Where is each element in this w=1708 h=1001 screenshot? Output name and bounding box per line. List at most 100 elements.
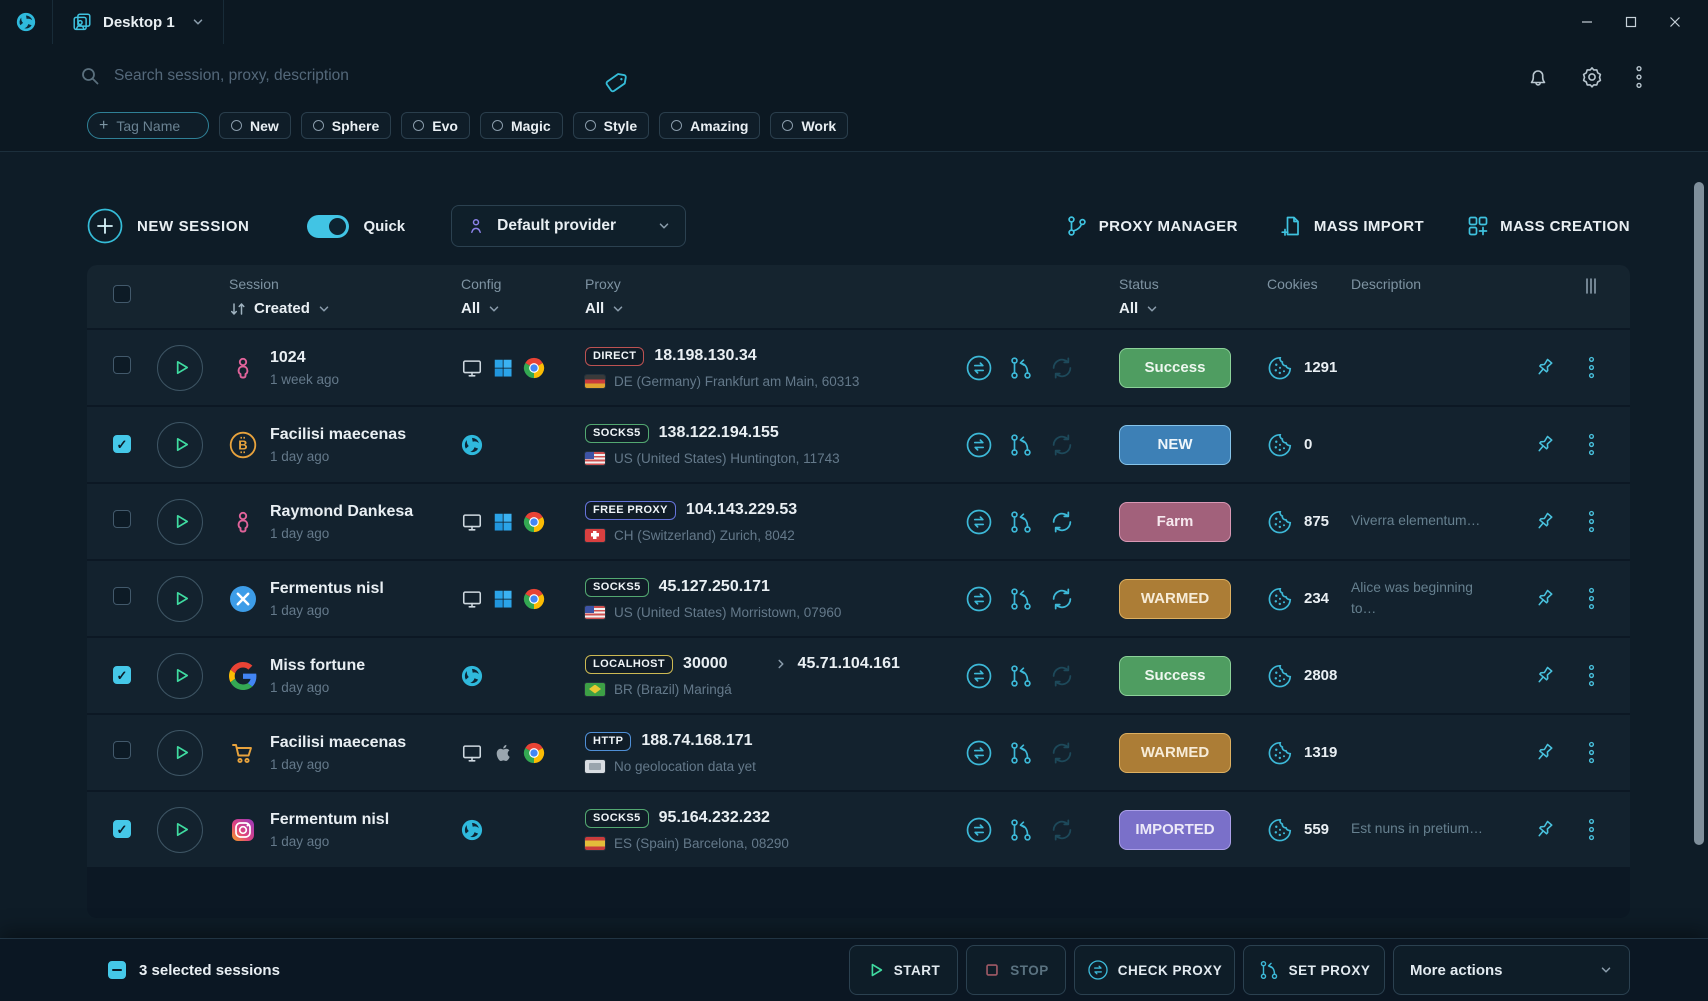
- check-proxy-icon[interactable]: [965, 816, 993, 844]
- row-checkbox[interactable]: [113, 356, 131, 374]
- set-proxy-icon[interactable]: [1008, 740, 1034, 766]
- scrollbar-thumb[interactable]: [1694, 182, 1704, 845]
- bitcoin-icon: B: [229, 431, 257, 459]
- status-badge[interactable]: WARMED: [1119, 579, 1231, 619]
- start-session-button[interactable]: [157, 653, 203, 699]
- set-proxy-icon[interactable]: [1008, 432, 1034, 458]
- pin-icon[interactable]: [1532, 818, 1556, 842]
- status-badge[interactable]: IMPORTED: [1119, 810, 1231, 850]
- check-proxy-icon[interactable]: [965, 739, 993, 767]
- app-browser-icon: [461, 665, 483, 687]
- settings-gear-icon[interactable]: [1580, 65, 1604, 89]
- check-proxy-icon[interactable]: [965, 662, 993, 690]
- row-checkbox[interactable]: [113, 741, 131, 759]
- more-actions-button[interactable]: More actions: [1393, 945, 1630, 995]
- country-flag: [585, 760, 605, 773]
- tag-pill[interactable]: Amazing: [659, 112, 760, 139]
- pin-icon[interactable]: [1532, 664, 1556, 688]
- minimize-button[interactable]: [1572, 7, 1602, 37]
- quick-toggle[interactable]: Quick: [307, 215, 405, 238]
- start-session-button[interactable]: [157, 499, 203, 545]
- pin-icon[interactable]: [1532, 587, 1556, 611]
- row-checkbox[interactable]: [113, 510, 131, 528]
- filter-status[interactable]: All: [1119, 300, 1239, 317]
- overflow-menu-icon[interactable]: [1634, 64, 1644, 90]
- check-proxy-icon[interactable]: [965, 431, 993, 459]
- notifications-bell-icon[interactable]: [1526, 65, 1550, 89]
- tag-pill[interactable]: Work: [770, 112, 848, 139]
- filter-config[interactable]: All: [461, 300, 585, 317]
- proxy-manager-button[interactable]: PROXY MANAGER: [1065, 214, 1238, 238]
- close-button[interactable]: [1660, 7, 1690, 37]
- sort-created[interactable]: Created: [229, 300, 461, 317]
- refresh-icon[interactable]: [1049, 740, 1075, 766]
- refresh-icon[interactable]: [1049, 509, 1075, 535]
- provider-select[interactable]: Default provider: [451, 205, 686, 247]
- windows-icon: [492, 357, 514, 379]
- tag-pill[interactable]: Sphere: [301, 112, 391, 139]
- row-checkbox[interactable]: [113, 820, 131, 838]
- set-proxy-icon[interactable]: [1008, 355, 1034, 381]
- check-proxy-icon[interactable]: [965, 354, 993, 382]
- table-header: Session Created Config All Proxy All Sta…: [87, 265, 1630, 328]
- refresh-icon[interactable]: [1049, 432, 1075, 458]
- check-proxy-icon[interactable]: [965, 585, 993, 613]
- tag-pill[interactable]: Style: [573, 112, 649, 139]
- row-checkbox[interactable]: [113, 435, 131, 453]
- selection-checkbox[interactable]: [108, 961, 126, 979]
- refresh-icon[interactable]: [1049, 586, 1075, 612]
- new-session-button[interactable]: NEW SESSION: [87, 208, 249, 244]
- cookie-icon: [1267, 509, 1293, 535]
- start-button[interactable]: START: [849, 945, 958, 995]
- mass-import-button[interactable]: MASS IMPORT: [1280, 214, 1424, 238]
- column-settings-icon[interactable]: [1581, 276, 1601, 296]
- row-menu-icon[interactable]: [1587, 816, 1596, 843]
- row-menu-icon[interactable]: [1587, 508, 1596, 535]
- refresh-icon[interactable]: [1049, 355, 1075, 381]
- start-session-button[interactable]: [157, 576, 203, 622]
- tag-pill[interactable]: Magic: [480, 112, 563, 139]
- refresh-icon[interactable]: [1049, 663, 1075, 689]
- add-tag-input[interactable]: + Tag Name: [87, 112, 209, 139]
- set-proxy-icon[interactable]: [1008, 509, 1034, 535]
- row-checkbox[interactable]: [113, 587, 131, 605]
- status-badge[interactable]: Farm: [1119, 502, 1231, 542]
- chevron-down-icon: [611, 302, 625, 316]
- row-menu-icon[interactable]: [1587, 585, 1596, 612]
- maximize-button[interactable]: [1616, 7, 1646, 37]
- row-menu-icon[interactable]: [1587, 662, 1596, 689]
- status-badge[interactable]: Success: [1119, 348, 1231, 388]
- set-proxy-icon[interactable]: [1008, 817, 1034, 843]
- start-session-button[interactable]: [157, 730, 203, 776]
- status-badge[interactable]: WARMED: [1119, 733, 1231, 773]
- check-proxy-icon[interactable]: [965, 508, 993, 536]
- row-menu-icon[interactable]: [1587, 431, 1596, 458]
- row-checkbox[interactable]: [113, 666, 131, 684]
- tag-pill[interactable]: New: [219, 112, 291, 139]
- mass-creation-button[interactable]: MASS CREATION: [1466, 214, 1630, 238]
- refresh-icon[interactable]: [1049, 817, 1075, 843]
- search-input[interactable]: [112, 66, 546, 86]
- set-proxy-button[interactable]: SET PROXY: [1243, 945, 1385, 995]
- start-session-button[interactable]: [157, 422, 203, 468]
- status-badge[interactable]: NEW: [1119, 425, 1231, 465]
- workspace-switcher[interactable]: Desktop 1: [53, 0, 223, 44]
- tag-pill[interactable]: Evo: [401, 112, 470, 139]
- row-menu-icon[interactable]: [1587, 739, 1596, 766]
- set-proxy-icon[interactable]: [1008, 586, 1034, 612]
- start-session-button[interactable]: [157, 807, 203, 853]
- check-proxy-button[interactable]: CHECK PROXY: [1074, 945, 1235, 995]
- filter-proxy[interactable]: All: [585, 300, 965, 317]
- start-session-button[interactable]: [157, 345, 203, 391]
- pin-icon[interactable]: [1532, 741, 1556, 765]
- select-all-checkbox[interactable]: [113, 285, 131, 303]
- set-proxy-icon[interactable]: [1008, 663, 1034, 689]
- quick-toggle-switch[interactable]: [307, 215, 349, 238]
- proxy-manager-icon: [1065, 214, 1089, 238]
- pin-icon[interactable]: [1532, 510, 1556, 534]
- status-badge[interactable]: Success: [1119, 656, 1231, 696]
- stop-button[interactable]: STOP: [966, 945, 1066, 995]
- pin-icon[interactable]: [1532, 356, 1556, 380]
- pin-icon[interactable]: [1532, 433, 1556, 457]
- row-menu-icon[interactable]: [1587, 354, 1596, 381]
